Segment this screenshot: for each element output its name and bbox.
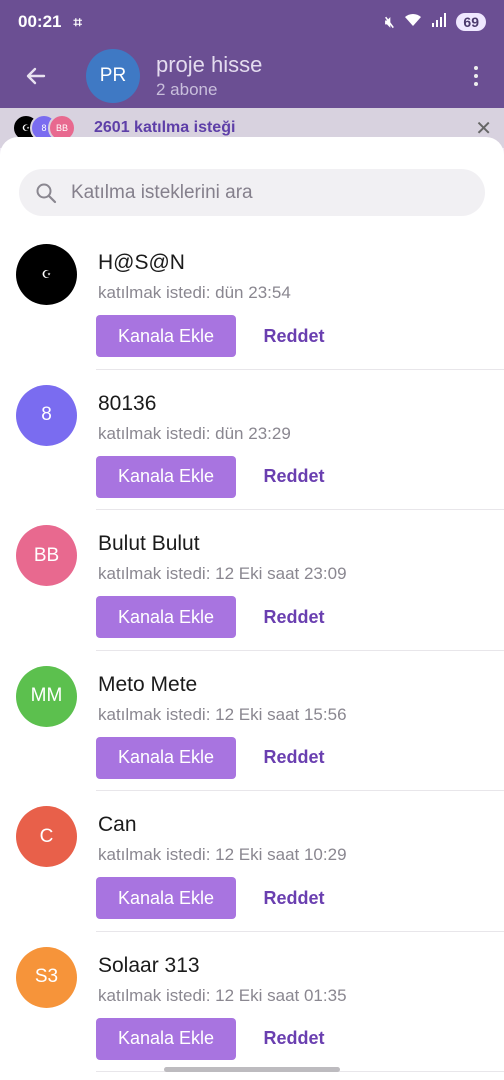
user-avatar[interactable]: ☪ (16, 244, 77, 305)
search-bar[interactable] (19, 169, 485, 216)
add-to-channel-button[interactable]: Kanala Ekle (96, 877, 236, 919)
join-request-item: 8 80136 katılmak istedi: dün 23:29 Kanala E… (0, 370, 504, 510)
add-to-channel-button[interactable]: Kanala Ekle (96, 1017, 236, 1060)
join-request-item: C Can katılmak istedi: 12 Eki saat 10:29 Ka… (0, 791, 504, 932)
user-name[interactable]: H@S@N (98, 251, 185, 275)
channel-subtitle: 2 abone (156, 80, 218, 99)
user-avatar[interactable]: C (16, 806, 77, 867)
join-requests-count: 2601 katılma isteği (94, 119, 236, 136)
request-time: katılmak istedi: dün 23:54 (98, 283, 291, 302)
wifi-icon (404, 13, 422, 31)
user-avatar[interactable]: S3 (16, 946, 77, 1008)
add-to-channel-button[interactable]: Kanala Ekle (96, 596, 236, 638)
add-to-channel-button[interactable]: Kanala Ekle (96, 736, 236, 779)
request-time: katılmak istedi: 12 Eki saat 01:35 (98, 985, 347, 1005)
join-requests-sheet: ☪ H@S@N katılmak istedi: dün 23:54 Kanala E… (0, 137, 504, 1080)
add-to-channel-button[interactable]: Kanala Ekle (96, 455, 236, 498)
battery-indicator: 69 (456, 13, 486, 31)
join-request-item: S3 Solaar 313 katılmak istedi: 12 Eki saat… (0, 932, 504, 1072)
add-to-channel-button[interactable]: Kanala Ekle (96, 315, 236, 357)
request-time: katılmak istedi: 12 Eki saat 15:56 (98, 704, 347, 724)
reject-button[interactable]: Reddet (256, 877, 332, 919)
user-name[interactable]: Solaar 313 (98, 954, 200, 978)
join-request-item: BB Bulut Bulut katılmak istedi: 12 Eki saa… (0, 510, 504, 651)
search-icon (35, 182, 57, 204)
user-name[interactable]: Bulut Bulut (98, 532, 200, 556)
request-time: katılmak istedi: 12 Eki saat 10:29 (98, 845, 347, 864)
reject-button[interactable]: Reddet (256, 596, 332, 638)
channel-avatar[interactable]: PR (86, 49, 140, 103)
channel-title[interactable]: proje hisse (156, 52, 262, 78)
more-options-icon[interactable] (464, 66, 488, 86)
screen-record-icon: ⌗ (73, 13, 82, 31)
user-name[interactable]: Can (98, 813, 137, 837)
mute-icon: 🔇︎ (384, 13, 395, 31)
channel-toolbar: PR proje hisse 2 abone (0, 44, 504, 108)
request-time: katılmak istedi: dün 23:29 (98, 423, 291, 443)
user-name[interactable]: Meto Mete (98, 673, 197, 697)
join-request-item: MM Meto Mete katılmak istedi: 12 Eki saat … (0, 651, 504, 791)
status-bar: 00:21 ⌗ 🔇︎ 69 (0, 0, 504, 44)
search-input[interactable] (71, 181, 451, 204)
request-time: katılmak istedi: 12 Eki saat 23:09 (98, 564, 347, 583)
reject-button[interactable]: Reddet (256, 456, 332, 498)
reject-button[interactable]: Reddet (256, 1018, 332, 1060)
join-request-item: ☪ H@S@N katılmak istedi: dün 23:54 Kanala E… (0, 229, 504, 370)
status-time: 00:21 (18, 12, 62, 31)
back-arrow-icon[interactable] (16, 56, 56, 96)
home-indicator[interactable] (164, 1067, 340, 1072)
signal-icon (432, 13, 447, 31)
user-avatar[interactable]: BB (16, 525, 77, 586)
user-avatar[interactable]: 8 (16, 384, 77, 446)
join-request-list: ☪ H@S@N katılmak istedi: dün 23:54 Kanala E… (0, 229, 504, 1072)
user-avatar[interactable]: MM (16, 665, 77, 727)
reject-button[interactable]: Reddet (256, 315, 332, 357)
reject-button[interactable]: Reddet (256, 737, 332, 779)
user-name[interactable]: 80136 (98, 392, 156, 416)
